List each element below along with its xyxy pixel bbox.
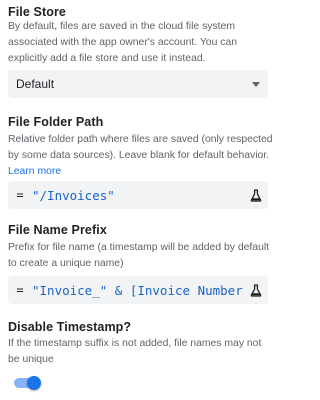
- file-store-description: By default, files are saved in the cloud…: [8, 21, 237, 64]
- flask-icon[interactable]: [244, 181, 268, 209]
- settings-panel: File Store By default, files are saved i…: [0, 0, 280, 400]
- file-name-prefix-expression-field[interactable]: = "Invoice_" & [Invoice Number: [8, 276, 268, 304]
- file-name-prefix-expression[interactable]: "Invoice_" & [Invoice Number: [32, 283, 244, 298]
- file-folder-path-description-text: Relative folder path where files are sav…: [8, 134, 273, 161]
- file-folder-path-description: Relative folder path where files are sav…: [8, 132, 274, 180]
- equals-sign: =: [16, 283, 24, 297]
- file-store-title: File Store: [8, 5, 66, 19]
- learn-more-link[interactable]: Learn more: [8, 166, 61, 177]
- file-store-select-value: Default: [16, 77, 55, 91]
- file-folder-path-title: File Folder Path: [8, 115, 104, 129]
- disable-timestamp-title: Disable Timestamp?: [8, 320, 132, 334]
- file-store-select[interactable]: Default: [8, 70, 268, 98]
- disable-timestamp-toggle[interactable]: [14, 376, 42, 390]
- file-name-prefix-title: File Name Prefix: [8, 223, 107, 237]
- toggle-knob: [27, 376, 41, 390]
- disable-timestamp-description: If the timestamp suffix is not added, fi…: [8, 338, 262, 365]
- file-name-prefix-description: Prefix for file name (a timestamp will b…: [8, 242, 270, 269]
- file-folder-path-expression[interactable]: "/Invoices": [32, 188, 244, 203]
- flask-icon[interactable]: [244, 276, 268, 304]
- file-folder-path-expression-field[interactable]: = "/Invoices": [8, 181, 268, 209]
- equals-sign: =: [16, 188, 24, 202]
- chevron-down-icon: [252, 82, 260, 87]
